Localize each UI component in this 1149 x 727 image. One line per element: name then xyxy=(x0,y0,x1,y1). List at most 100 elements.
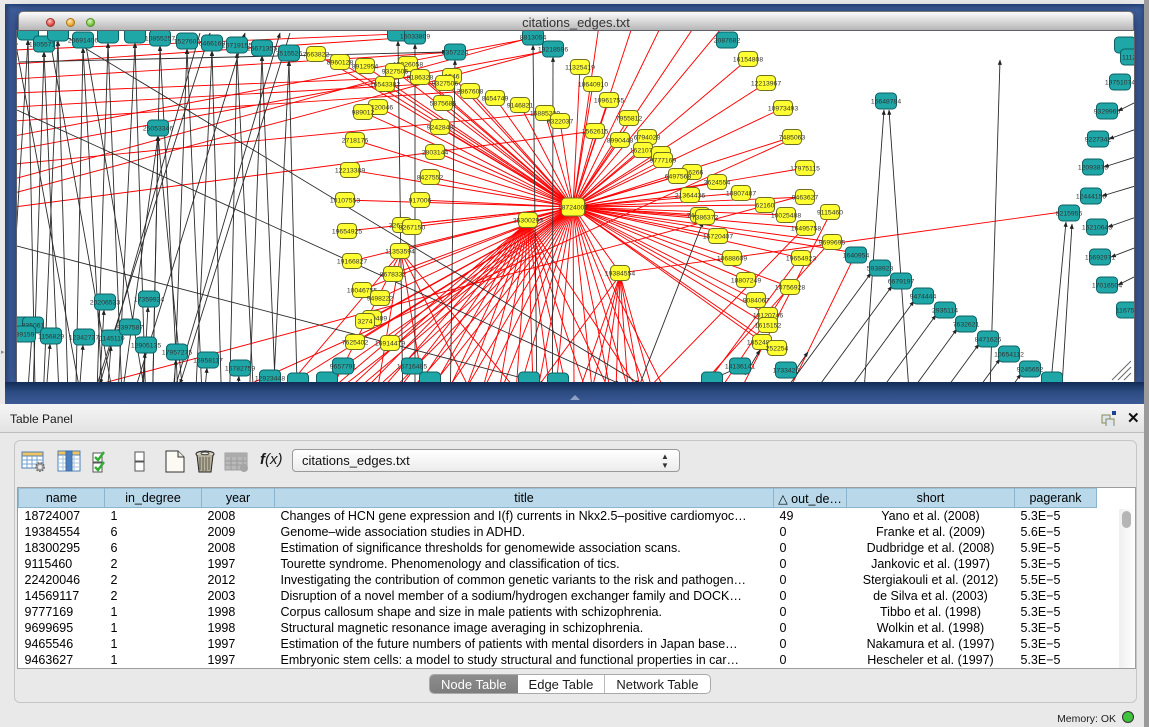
svg-text:9777169: 9777169 xyxy=(650,158,677,165)
svg-text:12905135: 12905135 xyxy=(131,343,161,350)
svg-text:2867608: 2867608 xyxy=(457,89,484,96)
svg-text:9657791: 9657791 xyxy=(330,364,357,371)
svg-text:1562615: 1562615 xyxy=(582,129,609,136)
svg-text:16958117: 16958117 xyxy=(193,358,223,365)
svg-text:16914479: 16914479 xyxy=(375,341,405,348)
svg-text:15716485: 15716485 xyxy=(397,364,427,371)
svg-text:6679197: 6679197 xyxy=(888,279,915,286)
svg-text:12342737: 12342737 xyxy=(69,335,99,342)
svg-text:21364436: 21364436 xyxy=(675,193,705,200)
svg-text:7955812: 7955812 xyxy=(616,116,643,123)
svg-text:1156829: 1156829 xyxy=(38,334,64,341)
svg-text:20691406: 20691406 xyxy=(68,38,98,45)
svg-text:9327505: 9327505 xyxy=(382,69,409,76)
svg-text:10961755: 10961755 xyxy=(594,98,624,105)
svg-text:8912954: 8912954 xyxy=(352,64,379,71)
svg-text:989012: 989012 xyxy=(352,110,375,117)
svg-text:7485063: 7485063 xyxy=(779,135,806,142)
svg-text:12213967: 12213967 xyxy=(751,81,781,88)
svg-text:19166827: 19166827 xyxy=(337,259,367,266)
svg-text:11325419: 11325419 xyxy=(565,65,595,72)
svg-text:8471626: 8471626 xyxy=(975,337,1002,344)
svg-text:39159: 39159 xyxy=(17,332,35,339)
svg-text:17975115: 17975115 xyxy=(790,166,820,173)
svg-text:15692971: 15692971 xyxy=(1085,255,1115,262)
svg-text:9227342: 9227342 xyxy=(1085,137,1112,144)
svg-text:8186328: 8186328 xyxy=(407,75,434,82)
svg-text:12444156: 12444156 xyxy=(1076,194,1106,201)
svg-text:18640910: 18640910 xyxy=(578,82,608,89)
svg-text:917006: 917006 xyxy=(409,198,432,205)
svg-text:18724007: 18724007 xyxy=(558,205,588,212)
svg-text:8678332: 8678332 xyxy=(380,272,407,279)
svg-text:25053346: 25053346 xyxy=(143,126,173,133)
svg-text:252254: 252254 xyxy=(766,346,789,353)
svg-text:10756928: 10756928 xyxy=(775,285,805,292)
svg-text:5938923: 5938923 xyxy=(867,266,894,273)
svg-text:2718176: 2718176 xyxy=(342,138,369,145)
svg-text:11353594: 11353594 xyxy=(385,249,415,256)
svg-text:6794028: 6794028 xyxy=(634,135,661,142)
svg-text:17016504: 17016504 xyxy=(1092,283,1122,290)
svg-text:17957275: 17957275 xyxy=(162,350,192,357)
svg-text:9146821: 9146821 xyxy=(507,103,534,110)
svg-text:18055713: 18055713 xyxy=(29,42,59,49)
svg-text:6497568: 6497568 xyxy=(665,174,692,181)
svg-text:18807249: 18807249 xyxy=(731,278,761,285)
svg-text:2087682: 2087682 xyxy=(714,38,741,45)
svg-text:10107553: 10107553 xyxy=(330,198,360,205)
svg-text:12213389: 12213389 xyxy=(335,168,365,175)
svg-text:20206533: 20206533 xyxy=(90,300,120,307)
svg-text:8990448: 8990448 xyxy=(607,138,634,145)
svg-text:19218596: 19218596 xyxy=(538,47,568,54)
svg-text:16648784: 16648784 xyxy=(871,99,901,106)
svg-text:9329966: 9329966 xyxy=(1094,109,1121,116)
svg-text:9397587: 9397587 xyxy=(117,325,144,332)
svg-text:9084067: 9084067 xyxy=(743,298,770,305)
svg-text:16033809: 16033809 xyxy=(400,34,430,41)
svg-text:1527602: 1527602 xyxy=(174,39,201,46)
svg-text:9498222: 9498222 xyxy=(367,296,394,303)
svg-text:8215955: 8215955 xyxy=(1056,211,1083,218)
svg-text:25300293: 25300293 xyxy=(513,218,543,225)
svg-text:8454749: 8454749 xyxy=(482,96,509,103)
svg-text:1733426: 1733426 xyxy=(773,368,800,375)
svg-text:19654925: 19654925 xyxy=(332,229,362,236)
svg-text:8427552: 8427552 xyxy=(417,175,444,182)
svg-text:7386372: 7386372 xyxy=(692,215,719,222)
svg-text:9327506: 9327506 xyxy=(432,81,459,88)
svg-text:3624554: 3624554 xyxy=(704,180,731,187)
svg-text:16671355: 16671355 xyxy=(247,46,277,53)
svg-text:10807487: 10807487 xyxy=(726,191,756,198)
svg-text:1615152: 1615152 xyxy=(755,323,782,330)
svg-text:9245652: 9245652 xyxy=(1017,367,1044,374)
svg-text:16543382: 16543382 xyxy=(370,82,400,89)
svg-text:7632621: 7632621 xyxy=(953,322,980,329)
svg-text:9463627: 9463627 xyxy=(792,195,819,202)
svg-text:7663822: 7663822 xyxy=(303,52,330,59)
svg-text:3274: 3274 xyxy=(357,319,372,326)
svg-text:9242848: 9242848 xyxy=(427,125,454,132)
svg-text:1145119: 1145119 xyxy=(99,336,125,343)
svg-text:8813054: 8813054 xyxy=(520,35,547,42)
svg-text:10025488: 10025488 xyxy=(771,213,801,220)
svg-text:14136141: 14136141 xyxy=(725,364,755,371)
svg-text:17359924: 17359924 xyxy=(134,297,164,304)
svg-text:1640954: 1640954 xyxy=(843,253,870,260)
svg-text:16495758: 16495758 xyxy=(791,226,821,233)
svg-text:7515526: 7515526 xyxy=(276,51,303,58)
svg-text:16154808: 16154808 xyxy=(733,57,763,64)
svg-text:19384554: 19384554 xyxy=(605,271,635,278)
svg-text:8960128: 8960128 xyxy=(327,60,354,67)
svg-text:19654923: 19654923 xyxy=(786,256,816,263)
svg-text:9115460: 9115460 xyxy=(817,210,843,217)
svg-text:12093873: 12093873 xyxy=(1078,165,1108,172)
svg-text:8267150: 8267150 xyxy=(399,225,426,232)
svg-text:9699695: 9699695 xyxy=(819,240,846,247)
svg-text:10688609: 10688609 xyxy=(717,256,747,263)
svg-text:5875685: 5875685 xyxy=(430,101,457,108)
svg-text:2935114: 2935114 xyxy=(932,308,958,315)
svg-text:16782759: 16782759 xyxy=(225,366,255,373)
svg-text:10654112: 10654112 xyxy=(994,352,1024,359)
svg-text:10855257: 10855257 xyxy=(145,36,175,43)
